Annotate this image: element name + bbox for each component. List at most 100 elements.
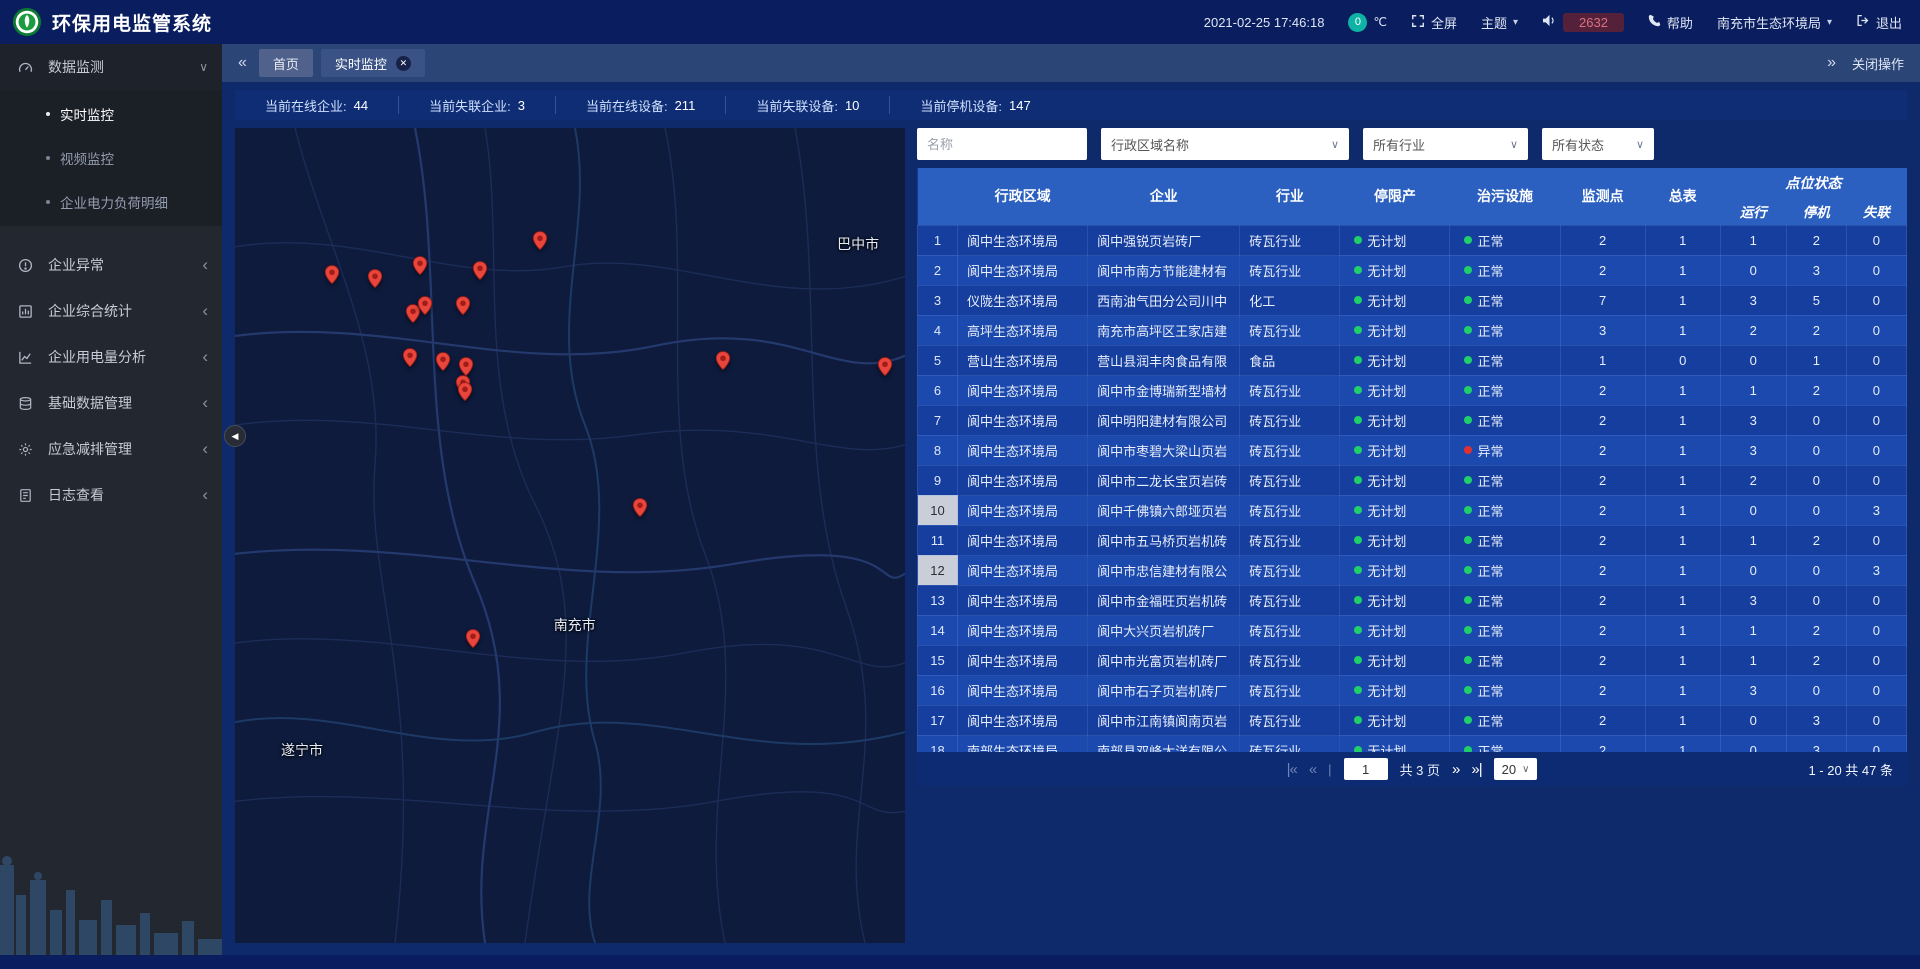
limit-status-cell: 无计划 [1340,585,1450,615]
tab-home[interactable]: 首页 [259,49,313,77]
table-row[interactable]: 18南部生态环境局南部县双峰太洋有限公砖瓦行业无计划正常21030 [918,735,1907,752]
stats-bar: 当前在线企业:44当前失联企业:3当前在线设备:211当前失联设备:10当前停机… [235,90,1907,120]
table-row[interactable]: 7阆中生态环境局阆中明阳建材有限公司砖瓦行业无计划正常21300 [918,405,1907,435]
next-page-button[interactable]: » [1452,761,1459,778]
industry-cell: 砖瓦行业 [1240,525,1340,555]
theme-dropdown[interactable]: 主题 ▾ [1481,13,1518,32]
company-cell[interactable]: 阆中市石子页岩机砖厂 [1088,675,1240,705]
prev-page-button[interactable]: « [1309,761,1316,778]
table-row[interactable]: 1阆中生态环境局阆中强锐页岩砖厂砖瓦行业无计划正常21120 [918,225,1907,255]
points-cell: 7 [1560,285,1645,315]
company-cell[interactable]: 阆中市江南镇阆南页岩 [1088,705,1240,735]
status-select[interactable]: 所有状态 ∨ [1542,128,1654,160]
table-row[interactable]: 3仪陇生态环境局西南油气田分公司川中化工无计划正常71350 [918,285,1907,315]
sidebar-item-data-monitoring[interactable]: 数据监测 ∨ [0,44,222,90]
table-row[interactable]: 11阆中生态环境局阆中市五马桥页岩机砖砖瓦行业无计划正常21120 [918,525,1907,555]
table-row[interactable]: 5营山生态环境局营山县润丰肉食品有限食品无计划正常10010 [918,345,1907,375]
sidebar-collapse-button[interactable]: ◀ [224,425,246,447]
company-cell[interactable]: 阆中市二龙长宝页岩砖 [1088,465,1240,495]
sidebar-item-video-monitor[interactable]: 视频监控 [0,136,222,180]
table-row[interactable]: 2阆中生态环境局阆中市南方节能建材有砖瓦行业无计划正常21030 [918,255,1907,285]
meters-cell: 1 [1645,405,1720,435]
table-row[interactable]: 16阆中生态环境局阆中市石子页岩机砖厂砖瓦行业无计划正常21300 [918,675,1907,705]
limit-status-cell: 无计划 [1340,315,1450,345]
table-row[interactable]: 17阆中生态环境局阆中市江南镇阆南页岩砖瓦行业无计划正常21030 [918,705,1907,735]
company-cell[interactable]: 阆中大兴页岩机砖厂 [1088,615,1240,645]
chevron-down-icon: ∨ [1510,138,1518,151]
region-select[interactable]: 行政区域名称 ∨ [1101,128,1349,160]
sidebar-item-company-statistics[interactable]: 企业综合统计 ‹ [0,288,222,334]
industry-cell: 砖瓦行业 [1240,465,1340,495]
stop-cell: 2 [1786,225,1846,255]
table-row[interactable]: 12阆中生态环境局阆中市忠信建材有限公砖瓦行业无计划正常21003 [918,555,1907,585]
table-row[interactable]: 8阆中生态环境局阆中市枣碧大梁山页岩砖瓦行业无计划异常21300 [918,435,1907,465]
company-cell[interactable]: 阆中市枣碧大梁山页岩 [1088,435,1240,465]
status-dot-icon [1464,536,1472,544]
gauge-icon [18,60,38,75]
sidebar-item-label: 企业用电量分析 [48,347,146,367]
industry-select[interactable]: 所有行业 ∨ [1363,128,1528,160]
table-row[interactable]: 9阆中生态环境局阆中市二龙长宝页岩砖砖瓦行业无计划正常21200 [918,465,1907,495]
company-cell[interactable]: 阆中市五马桥页岩机砖 [1088,525,1240,555]
company-cell[interactable]: 阆中市南方节能建材有 [1088,255,1240,285]
alert-widget[interactable]: 2632 [1542,13,1624,32]
page-size-select[interactable]: 20 ∨ [1494,758,1538,780]
tabs-scroll-left-icon[interactable]: « [238,54,247,72]
logout-button[interactable]: 退出 [1856,13,1902,32]
company-cell[interactable]: 阆中明阳建材有限公司 [1088,405,1240,435]
first-page-button[interactable]: |« [1287,761,1297,778]
company-cell[interactable]: 阆中强锐页岩砖厂 [1088,225,1240,255]
close-operations-button[interactable]: 关闭操作 [1852,54,1904,73]
stat-item: 当前失联设备:10 [726,96,890,114]
limit-status-cell: 无计划 [1340,435,1450,465]
stop-cell: 2 [1786,315,1846,345]
company-cell[interactable]: 阆中千佛镇六郎垭页岩 [1088,495,1240,525]
company-cell[interactable]: 南部县双峰太洋有限公 [1088,735,1240,752]
company-cell[interactable]: 阆中市金博瑞新型墙材 [1088,375,1240,405]
alert-circle-icon [18,258,38,273]
company-cell[interactable]: 阆中市光富页岩机砖厂 [1088,645,1240,675]
name-filter-input[interactable] [917,128,1087,160]
tabs-scroll-right-icon[interactable]: » [1827,54,1836,72]
sidebar-item-base-data[interactable]: 基础数据管理 ‹ [0,380,222,426]
sidebar-item-emergency-reduction[interactable]: 应急减排管理 ‹ [0,426,222,472]
industry-cell: 砖瓦行业 [1240,555,1340,585]
meters-cell: 0 [1645,345,1720,375]
tab-realtime-monitor[interactable]: 实时监控 ✕ [321,49,425,77]
close-icon[interactable]: ✕ [396,56,411,71]
sidebar-item-power-load-detail[interactable]: 企业电力负荷明细 [0,180,222,224]
table-row[interactable]: 4高坪生态环境局南充市高坪区王家店建砖瓦行业无计划正常31220 [918,315,1907,345]
row-index-cell: 1 [918,225,958,255]
table-row[interactable]: 13阆中生态环境局阆中市金福旺页岩机砖砖瓦行业无计划正常21300 [918,585,1907,615]
last-page-button[interactable]: »| [1471,761,1481,778]
table-row[interactable]: 10阆中生态环境局阆中千佛镇六郎垭页岩砖瓦行业无计划正常21003 [918,495,1907,525]
sidebar-item-realtime-monitor[interactable]: 实时监控 [0,92,222,136]
lost-cell: 0 [1846,705,1906,735]
pager-divider: | [1328,762,1331,777]
company-cell[interactable]: 阆中市金福旺页岩机砖 [1088,585,1240,615]
page-input[interactable] [1344,758,1388,780]
industry-cell: 砖瓦行业 [1240,225,1340,255]
run-cell: 2 [1720,465,1786,495]
sidebar-item-company-abnormal[interactable]: 企业异常 ‹ [0,242,222,288]
table-row[interactable]: 14阆中生态环境局阆中大兴页岩机砖厂砖瓦行业无计划正常21120 [918,615,1907,645]
status-dot-icon [1354,236,1362,244]
map-panel[interactable]: 巴中市南充市遂宁市 [235,128,905,943]
lost-cell: 3 [1846,495,1906,525]
company-cell[interactable]: 营山县润丰肉食品有限 [1088,345,1240,375]
status-select-value: 所有状态 [1552,135,1604,154]
org-dropdown[interactable]: 南充市生态环境局 ▾ [1717,13,1832,32]
table-row[interactable]: 15阆中生态环境局阆中市光富页岩机砖厂砖瓦行业无计划正常21120 [918,645,1907,675]
company-cell[interactable]: 西南油气田分公司川中 [1088,285,1240,315]
lost-cell: 0 [1846,525,1906,555]
fullscreen-button[interactable]: 全屏 [1411,13,1457,32]
limit-status-cell: 无计划 [1340,285,1450,315]
table-row[interactable]: 6阆中生态环境局阆中市金博瑞新型墙材砖瓦行业无计划正常21120 [918,375,1907,405]
sidebar-item-log-view[interactable]: 日志查看 ‹ [0,472,222,518]
company-cell[interactable]: 南充市高坪区王家店建 [1088,315,1240,345]
company-cell[interactable]: 阆中市忠信建材有限公 [1088,555,1240,585]
gear-icon [18,442,38,457]
help-button[interactable]: 帮助 [1648,13,1693,32]
sidebar-item-power-analysis[interactable]: 企业用电量分析 ‹ [0,334,222,380]
limit-status-cell: 无计划 [1340,345,1450,375]
